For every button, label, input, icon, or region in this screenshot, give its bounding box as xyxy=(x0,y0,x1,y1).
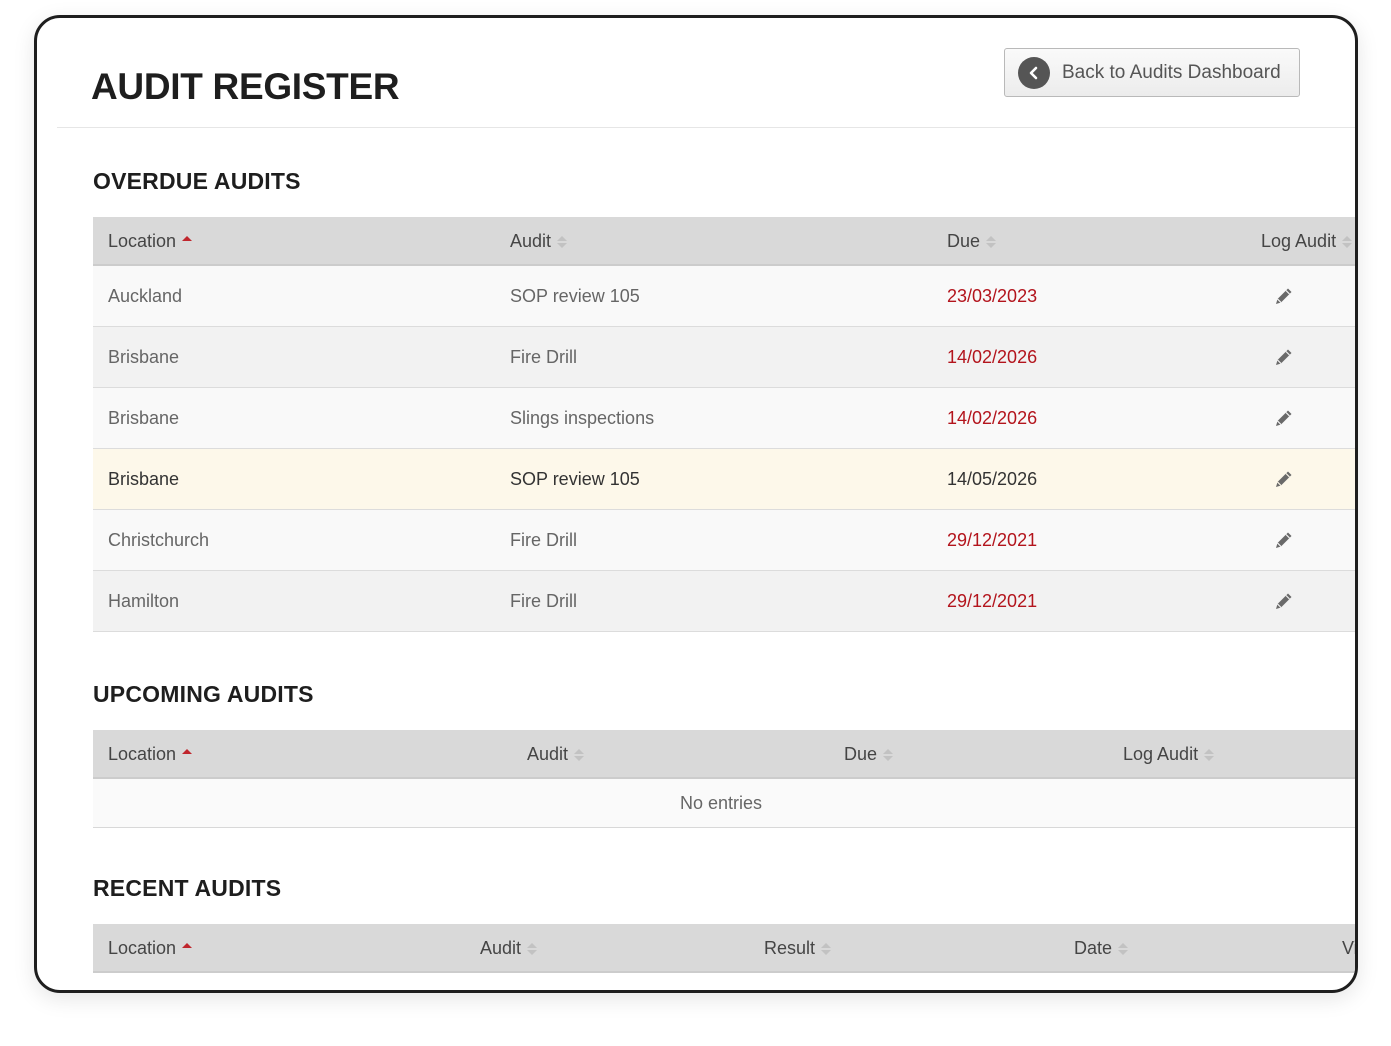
upcoming-col-location[interactable]: Location xyxy=(108,730,193,779)
pencil-icon[interactable] xyxy=(1273,327,1295,387)
cell-due: 23/03/2023 xyxy=(947,285,1038,306)
cell-audit: Slings inspections xyxy=(510,407,655,428)
overdue-col-log-audit[interactable]: Log Audit xyxy=(1261,217,1353,266)
cell-due: 29/12/2021 xyxy=(947,590,1038,611)
cell-audit: Fire Drill xyxy=(510,529,577,550)
pencil-icon[interactable] xyxy=(1273,449,1295,509)
upcoming-section-title: UPCOMING AUDITS xyxy=(93,681,314,707)
cell-due: 14/05/2026 xyxy=(947,468,1038,489)
table-row: Brisbane Fire Drill 14/02/2026 xyxy=(93,327,1355,388)
sort-asc-icon xyxy=(182,942,193,955)
recent-col-location[interactable]: Location xyxy=(108,924,193,973)
sort-both-icon xyxy=(527,942,538,955)
sort-asc-icon xyxy=(182,235,193,248)
sort-both-icon xyxy=(574,748,585,761)
recent-col-result[interactable]: Result xyxy=(764,924,832,973)
cell-audit: Fire Drill xyxy=(510,590,577,611)
upcoming-col-due[interactable]: Due xyxy=(844,730,894,779)
cell-location: Auckland xyxy=(108,285,183,306)
sort-both-icon xyxy=(821,942,832,955)
cell-audit: Fire Drill xyxy=(510,346,577,367)
chevron-left-icon xyxy=(1018,56,1050,89)
pencil-icon[interactable] xyxy=(1273,266,1295,326)
recent-table-header: Location Audit Result Date Vi xyxy=(93,924,1355,973)
recent-table: Location Audit Result Date Vi xyxy=(93,924,1355,973)
table-row: Brisbane SOP review 105 14/05/2026 xyxy=(93,449,1355,510)
empty-message: No entries xyxy=(93,779,1355,828)
recent-col-view[interactable]: Vi xyxy=(1342,924,1355,973)
overdue-col-due[interactable]: Due xyxy=(947,217,997,266)
cell-location: Hamilton xyxy=(108,590,180,611)
sort-both-icon xyxy=(557,235,568,248)
pencil-icon[interactable] xyxy=(1273,388,1295,448)
recent-section-title: RECENT AUDITS xyxy=(93,875,282,901)
table-row: Brisbane Slings inspections 14/02/2026 xyxy=(93,388,1355,449)
pencil-icon[interactable] xyxy=(1273,510,1295,570)
sort-both-icon xyxy=(1204,748,1215,761)
upcoming-col-audit[interactable]: Audit xyxy=(527,730,585,779)
header-divider xyxy=(57,127,1355,128)
overdue-table: Location Audit Due Log Audit Auckland SO… xyxy=(93,217,1355,632)
overdue-col-location[interactable]: Location xyxy=(108,217,193,266)
overdue-col-audit[interactable]: Audit xyxy=(510,217,568,266)
cell-location: Christchurch xyxy=(108,529,210,550)
sort-both-icon xyxy=(1342,235,1353,248)
upcoming-table: Location Audit Due Log Audit No entries xyxy=(93,730,1355,828)
table-row: Christchurch Fire Drill 29/12/2021 xyxy=(93,510,1355,571)
cell-audit: SOP review 105 xyxy=(510,468,640,489)
cell-location: Brisbane xyxy=(108,407,180,428)
recent-col-audit[interactable]: Audit xyxy=(480,924,538,973)
cell-due: 14/02/2026 xyxy=(947,346,1038,367)
sort-asc-icon xyxy=(182,748,193,761)
overdue-table-header: Location Audit Due Log Audit xyxy=(93,217,1355,266)
sort-both-icon xyxy=(1118,942,1129,955)
cell-due: 29/12/2021 xyxy=(947,529,1038,550)
table-row: Hamilton Fire Drill 29/12/2021 xyxy=(93,571,1355,632)
recent-col-date[interactable]: Date xyxy=(1074,924,1129,973)
pencil-icon[interactable] xyxy=(1273,571,1295,631)
cell-due: 14/02/2026 xyxy=(947,407,1038,428)
table-row: Auckland SOP review 105 23/03/2023 xyxy=(93,266,1355,327)
page-title: AUDIT REGISTER xyxy=(91,66,400,107)
overdue-section-title: OVERDUE AUDITS xyxy=(93,168,301,194)
sort-both-icon xyxy=(986,235,997,248)
app-window: AUDIT REGISTER Back to Audits Dashboard … xyxy=(34,15,1358,993)
back-to-dashboard-button[interactable]: Back to Audits Dashboard xyxy=(1004,48,1300,97)
upcoming-table-header: Location Audit Due Log Audit xyxy=(93,730,1355,779)
cell-location: Brisbane xyxy=(108,346,180,367)
cell-location: Brisbane xyxy=(108,468,180,489)
back-button-label: Back to Audits Dashboard xyxy=(1062,61,1281,83)
sort-both-icon xyxy=(883,748,894,761)
cell-audit: SOP review 105 xyxy=(510,285,640,306)
upcoming-col-log-audit[interactable]: Log Audit xyxy=(1123,730,1215,779)
